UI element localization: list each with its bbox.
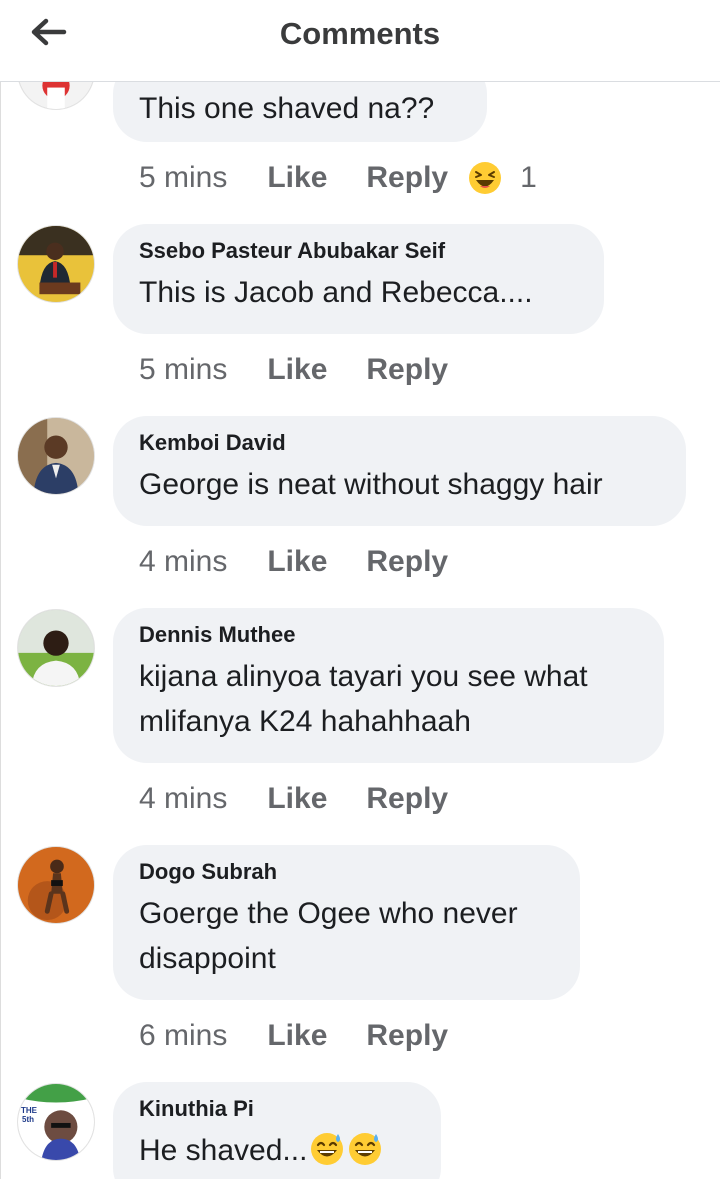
comment-time: 4 mins bbox=[139, 545, 228, 578]
comment-text-row: He shaved... bbox=[139, 1128, 415, 1173]
comment-time: 4 mins bbox=[139, 782, 228, 815]
profile-photo-icon bbox=[18, 226, 94, 302]
comment-text: This is Jacob and Rebecca.... bbox=[139, 276, 533, 309]
comment-text-line: Goerge the Ogee who never bbox=[139, 897, 518, 930]
comment-author[interactable]: Dogo Subrah bbox=[139, 859, 554, 885]
comment-bubble: Dennis Muthee kijana alinyoa tayari you … bbox=[113, 608, 664, 763]
avatar[interactable]: THE 5th bbox=[17, 1083, 95, 1161]
comment-author[interactable]: Dennis Muthee bbox=[139, 622, 638, 648]
avatar[interactable] bbox=[17, 417, 95, 495]
comment-actions: 5 mins Like Reply 1 bbox=[139, 158, 537, 198]
top-bar: Comments bbox=[0, 0, 720, 82]
like-button[interactable]: Like bbox=[267, 782, 327, 816]
comment-text: He shaved... bbox=[139, 1134, 308, 1167]
comment-text-line: disappoint bbox=[139, 942, 276, 975]
sweat-smile-emoji-icon bbox=[311, 1133, 344, 1165]
profile-photo-icon bbox=[18, 610, 94, 686]
page-title: Comments bbox=[279, 16, 441, 51]
comment-actions: 5 mins Like Reply bbox=[139, 350, 448, 390]
profile-photo-icon bbox=[18, 418, 94, 494]
comments-screen: Comments This one shaved na?? 5 mins Lik… bbox=[0, 0, 720, 1179]
comment-text: George is neat without shaggy hair bbox=[139, 468, 603, 501]
comment-actions: 4 mins Like Reply bbox=[139, 779, 448, 819]
comment-actions: 6 mins Like Reply bbox=[139, 1016, 448, 1056]
comment-bubble: Kemboi David George is neat without shag… bbox=[113, 416, 686, 526]
comment-text: This one shaved na?? bbox=[139, 92, 435, 125]
sweat-smile-emoji-icon bbox=[349, 1133, 382, 1165]
reply-button[interactable]: Reply bbox=[366, 161, 448, 195]
avatar-badge: THE 5th bbox=[21, 1106, 37, 1124]
like-button[interactable]: Like bbox=[267, 161, 327, 195]
reaction-count: 1 bbox=[520, 161, 537, 194]
reply-button[interactable]: Reply bbox=[366, 1019, 448, 1053]
reply-button[interactable]: Reply bbox=[366, 545, 448, 579]
comment-bubble: Ssebo Pasteur Abubakar Seif This is Jaco… bbox=[113, 224, 604, 334]
comment-bubble: Kinuthia Pi He shaved... bbox=[113, 1082, 441, 1179]
comment-time: 5 mins bbox=[139, 353, 228, 386]
comment-time: 5 mins bbox=[139, 161, 228, 194]
comment-actions: 4 mins Like Reply bbox=[139, 542, 448, 582]
comment-text-line: mlifanya K24 hahahhaah bbox=[139, 705, 471, 738]
avatar[interactable] bbox=[17, 225, 95, 303]
profile-photo-icon bbox=[18, 847, 94, 923]
avatar[interactable] bbox=[17, 609, 95, 687]
reply-button[interactable]: Reply bbox=[366, 782, 448, 816]
like-button[interactable]: Like bbox=[267, 1019, 327, 1053]
reply-button[interactable]: Reply bbox=[366, 353, 448, 387]
comment-bubble: Dogo Subrah Goerge the Ogee who never di… bbox=[113, 845, 580, 1000]
comment-author[interactable]: Kinuthia Pi bbox=[139, 1096, 415, 1122]
comment-text-line: kijana alinyoa tayari you see what bbox=[139, 660, 588, 693]
like-button[interactable]: Like bbox=[267, 545, 327, 579]
laughing-emoji-icon[interactable] bbox=[468, 161, 502, 195]
comment-author[interactable]: Ssebo Pasteur Abubakar Seif bbox=[139, 238, 578, 264]
like-button[interactable]: Like bbox=[267, 353, 327, 387]
comment-author[interactable]: Kemboi David bbox=[139, 430, 660, 456]
divider bbox=[0, 82, 1, 1179]
avatar[interactable] bbox=[17, 846, 95, 924]
comment-time: 6 mins bbox=[139, 1019, 228, 1052]
